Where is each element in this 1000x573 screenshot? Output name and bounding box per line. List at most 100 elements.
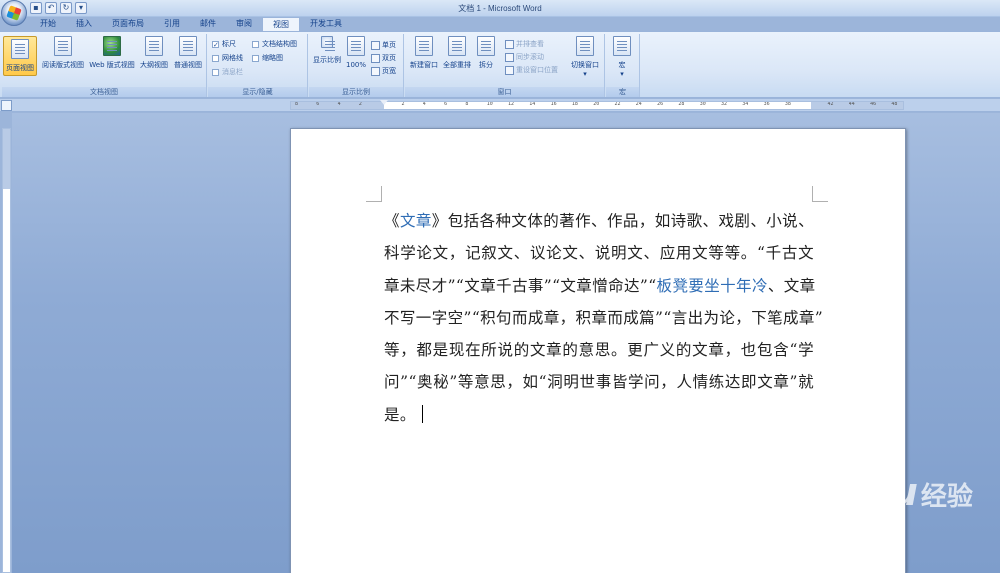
vertical-ruler[interactable] [2,128,11,573]
page-view-button[interactable]: 页面视图 [3,36,37,76]
tab-view[interactable]: 视图 [262,17,300,31]
checkmark-icon: ✓ [212,40,219,49]
vertical-ruler-margin [3,129,10,189]
ruler-tick-label: 46 [870,101,877,107]
outline-view-label: 大纲视图 [140,61,168,69]
switch-windows-icon [576,36,594,56]
reading-view-label: 阅读版式视图 [42,61,84,69]
arrange-all-label: 全部重排 [443,61,471,69]
group-label-show-hide: 显示/隐藏 [208,87,307,97]
indent-marker-icon[interactable] [380,100,388,105]
ruler-tick-label: 22 [614,101,621,107]
new-window-button[interactable]: 新建窗口 [407,36,441,70]
page-view-label: 页面视图 [6,64,34,72]
text-run: 是。 [384,405,416,424]
group-label-macros: 宏 [606,87,639,97]
ruler-row: 8 6 4 2 2 4 6 8 10 12 14 16 18 20 22 24 26 28 30 32 34 36 38 42… [0,99,1000,112]
macros-button[interactable]: 宏 ▾ [610,36,634,79]
text-run: 》包括各种文体的著作、作品，如诗歌、戏剧、小说、 [431,212,814,230]
gridlines-label: 网格线 [222,54,243,62]
draft-view-icon [179,36,197,56]
ruler-checkbox[interactable]: ✓ 标尺 [212,39,236,49]
tab-references[interactable]: 引用 [154,17,190,31]
thumbnails-checkbox[interactable]: 缩略图 [252,53,283,63]
margin-corner-mark [812,186,828,202]
tab-page-layout[interactable]: 页面布局 [102,17,154,31]
sync-scroll-label: 同步滚动 [516,53,544,61]
checkbox-icon [212,68,219,76]
group-document-views: 页面视图 阅读版式视图 Web 版式视图 大纲视图 普通视图 文档视图 [2,34,207,97]
window-title: 文档 1 - Microsoft Word [458,4,542,13]
document-body[interactable]: 《文章》包括各种文体的著作、作品，如诗歌、戏剧、小说、 科学论文，记叙文、议论文… [384,205,823,431]
ruler-tick-label: 32 [721,101,728,107]
tab-developer[interactable]: 开发工具 [300,17,352,31]
page-width-icon [371,66,380,76]
outline-view-button[interactable]: 大纲视图 [137,36,171,70]
text-run: 、文章 [767,276,816,295]
zoom-100-label: 100% [345,61,366,69]
web-view-button[interactable]: Web 版式视图 [87,36,137,70]
split-button[interactable]: 拆分 [475,36,497,70]
watermark-brand: Bai [766,470,832,514]
reset-window-label: 重设窗口位置 [516,66,558,74]
text-cursor [421,404,424,423]
tab-mailings[interactable]: 邮件 [190,17,226,31]
reading-view-button[interactable]: 阅读版式视图 [39,36,87,70]
text-run: 《 [384,212,400,230]
group-label-zoom: 显示比例 [309,87,403,97]
one-page-label: 单页 [382,41,396,49]
chevron-down-icon: ▾ [620,70,624,78]
office-button[interactable] [1,0,27,26]
hyperlink[interactable]: 文章 [400,212,432,230]
document-map-label: 文档结构图 [262,40,297,48]
side-by-side-label: 并排查看 [516,40,544,48]
zoom-button[interactable]: 显示比例 [311,36,343,65]
one-page-button[interactable]: 单页 [371,40,396,50]
ruler-tick-label: 36 [763,101,770,107]
macro-icon [613,36,631,56]
ruler-tick-label: 4 [422,101,426,107]
tab-review[interactable]: 审阅 [226,17,262,31]
document-map-checkbox[interactable]: 文档结构图 [252,39,297,49]
two-pages-label: 双页 [382,54,396,62]
ruler-tick-label: 26 [657,101,664,107]
tab-selector-icon[interactable] [1,100,12,111]
tab-insert[interactable]: 插入 [66,17,102,31]
ruler-tick-label: 8 [465,101,469,107]
new-window-label: 新建窗口 [410,61,438,69]
ruler-tick-label: 14 [529,101,536,107]
thumbnails-label: 缩略图 [262,54,283,62]
message-bar-label: 消息栏 [222,68,243,76]
arrange-all-icon [448,36,466,56]
office-logo-icon [6,5,22,21]
two-pages-icon [371,53,380,63]
checkbox-icon [252,54,259,62]
two-pages-button[interactable]: 双页 [371,53,396,63]
magnifier-icon [321,36,335,48]
ruler-tick-label: 48 [891,101,898,107]
page-100-icon [347,36,365,56]
gridlines-checkbox[interactable]: 网格线 [212,53,243,63]
checkbox-icon [212,54,219,62]
baidu-watermark: Bai du 经验 jingyan.baidu.com [766,462,973,525]
tab-home[interactable]: 开始 [30,17,66,31]
split-label: 拆分 [479,61,493,69]
ribbon: 页面视图 阅读版式视图 Web 版式视图 大纲视图 普通视图 文档视图 ✓ 标尺 … [0,31,1000,98]
text-line: 《文章》包括各种文体的著作、作品，如诗歌、戏剧、小说、 [384,205,814,237]
group-label-document-views: 文档视图 [2,87,206,97]
margin-corner-mark [366,186,382,202]
group-show-hide: ✓ 标尺 网格线 消息栏 文档结构图 缩略图 显示/隐藏 [208,34,308,97]
hyperlink[interactable]: 板凳要坐十年冷 [657,277,768,295]
draft-view-button[interactable]: 普通视图 [171,36,205,70]
ruler-tick-label: 28 [678,101,685,107]
sync-scroll-icon [505,52,514,62]
arrange-all-button[interactable]: 全部重排 [441,36,473,70]
page-width-label: 页宽 [382,67,396,75]
page-width-button[interactable]: 页宽 [371,66,396,76]
text-line: 是。 [384,399,814,431]
switch-windows-button[interactable]: 切换窗口 ▾ [569,36,601,79]
group-window: 新建窗口 全部重排 拆分 并排查看 同步滚动 重设窗口位置 切换窗口 ▾ 窗口 [405,34,605,97]
reading-view-icon [54,36,72,56]
text-line: 章未尽才”“文章千古事”“文章憎命达”“板凳要坐十年冷、文章 [384,270,816,302]
zoom-100-button[interactable]: 100% [344,36,368,70]
